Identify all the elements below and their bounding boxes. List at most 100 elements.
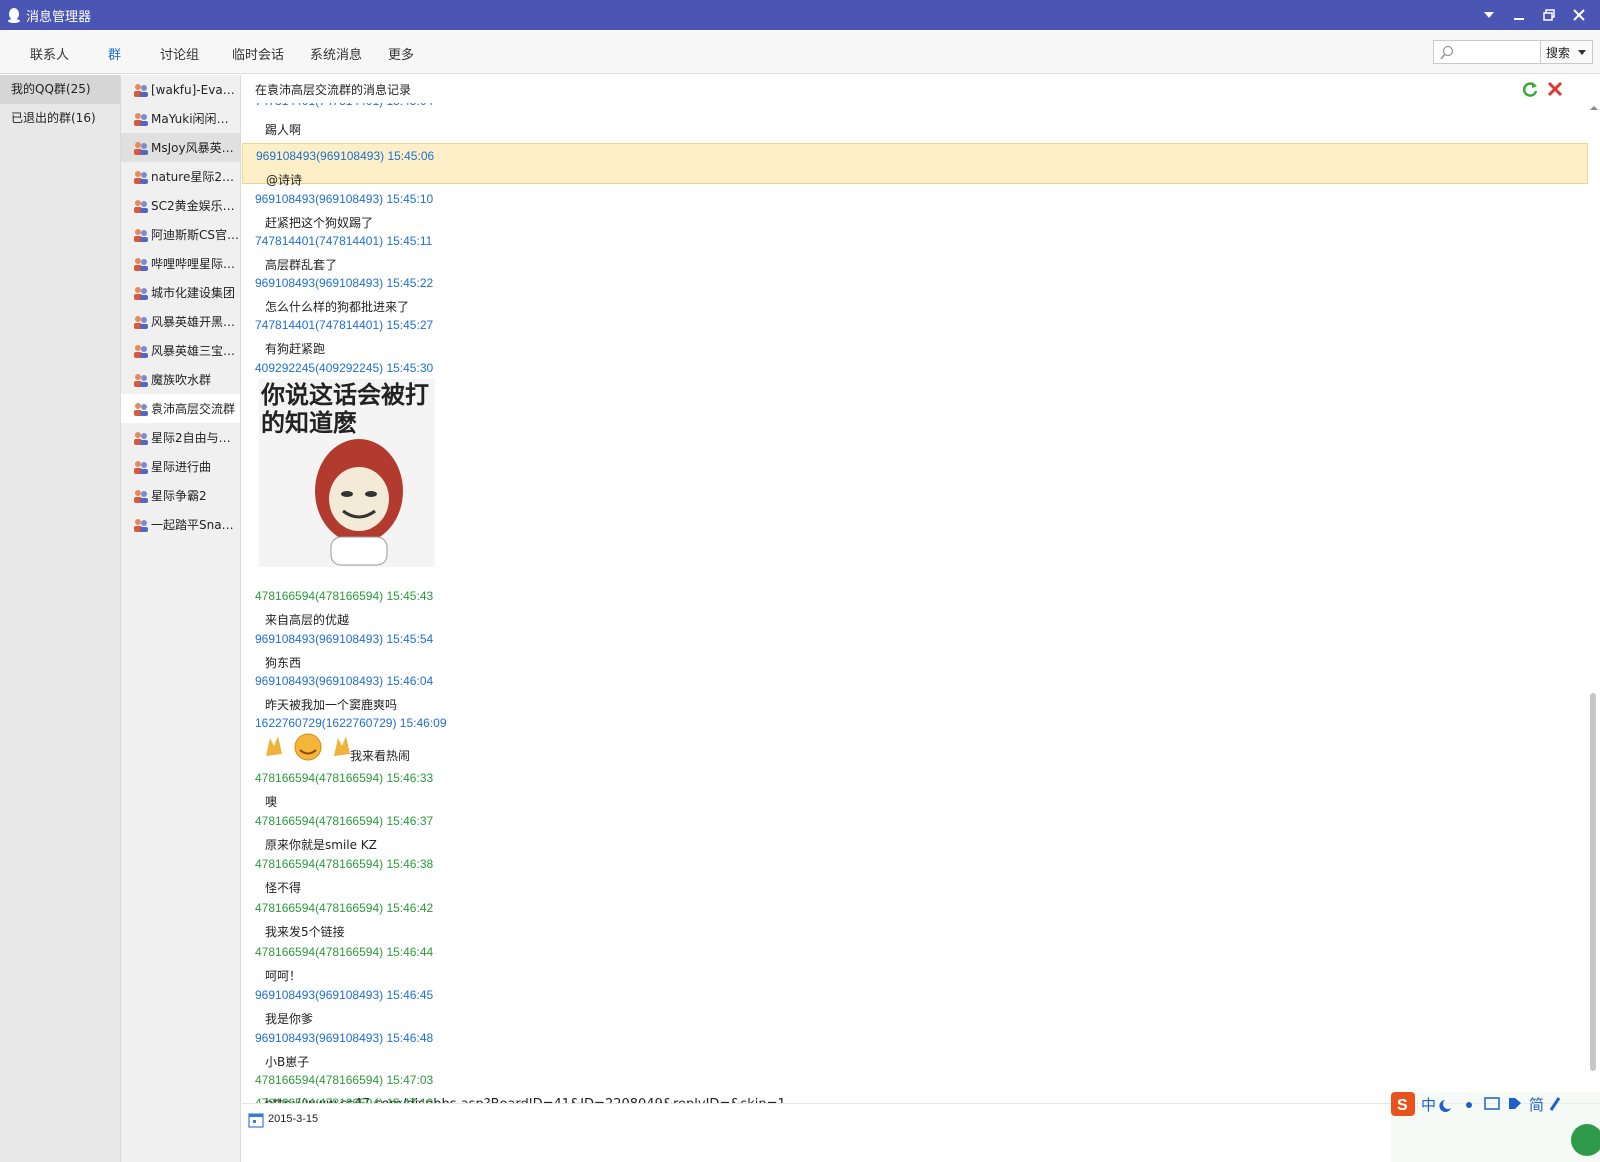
group-avatar-icon [134, 402, 148, 416]
group-item[interactable]: nature星际2&… [121, 162, 240, 191]
group-avatar-icon [134, 83, 148, 97]
message-meta: 478166594(478166594) 15:46:33 [255, 771, 434, 785]
message-item: 1622760729(1622760729) 15:46:09 我来看热闹 [242, 716, 1588, 768]
group-item[interactable]: 星际进行曲 [121, 452, 240, 481]
group-item[interactable]: MsJoy风暴英… [121, 133, 240, 162]
message-text: 来自高层的优越 [265, 613, 350, 627]
group-item[interactable]: 星际争霸2 [121, 481, 240, 510]
message-meta: 969108493(969108493) 15:45:22 [255, 276, 434, 290]
tab-system-messages[interactable]: 系统消息 [310, 44, 362, 63]
group-name: 星际2自由与… [151, 431, 231, 445]
search-button[interactable]: 搜索 [1541, 40, 1593, 64]
group-name: nature星际2&… [151, 170, 240, 184]
tab-more[interactable]: 更多 [388, 44, 414, 63]
message-meta: 747814401(747814401) 15:45:11 [255, 234, 433, 248]
message-item: 747814401(747814401) 15:45:11 高层群乱套了 [242, 234, 1588, 275]
group-item[interactable]: 星际2自由与… [121, 423, 240, 452]
message-panel: 在袁沛高层交流群的消息记录 747814401(747814401) 15:45… [242, 75, 1600, 1162]
group-avatar-icon [134, 141, 148, 155]
restore-icon [1543, 9, 1555, 21]
emoji-group-icon [266, 733, 350, 761]
message-text: 赶紧把这个狗奴踢了 [265, 216, 374, 230]
group-name: 阿迪斯斯CS官… [151, 228, 239, 242]
message-item: 478166594(478166594) 15:46:33 噢 [242, 771, 1588, 812]
message-text: 怎么什么样的狗都批进来了 [265, 300, 410, 314]
tab-temp-sessions[interactable]: 临时会话 [232, 44, 284, 63]
message-meta: 969108493(969108493) 15:45:06 [256, 149, 435, 163]
message-meta: 1622760729(1622760729) 15:46:09 [255, 716, 447, 730]
group-item[interactable]: 城市化建设集团 [121, 278, 240, 307]
message-item: 踢人啊 [242, 121, 1588, 141]
message-item: 969108493(969108493) 15:46:48 小B崽子 [242, 1031, 1588, 1072]
group-item[interactable]: MaYuki闲闲闲饭 [121, 104, 240, 133]
group-name: 风暴英雄三宝… [151, 344, 236, 358]
calendar-icon[interactable] [248, 1112, 264, 1128]
minimize-button[interactable] [1504, 0, 1534, 30]
tab-discussions[interactable]: 讨论组 [160, 44, 199, 63]
search-input[interactable] [1458, 44, 1536, 60]
scrollbar[interactable] [1588, 103, 1600, 1103]
message-meta: 478166594(478166594) 15:47:10 [255, 1096, 434, 1103]
message-item: 969108493(969108493) 15:46:04 昨天被我加一个窦鹿爽吗 [242, 674, 1588, 715]
group-item[interactable]: 阿迪斯斯CS官… [121, 220, 240, 249]
message-list: 747814401(747814401) 15:45:04 踢人啊 96910849… [242, 103, 1588, 1103]
group-avatar-icon [134, 112, 148, 126]
tab-groups[interactable]: 群 [108, 44, 121, 63]
dropdown-button[interactable] [1474, 0, 1504, 30]
title-bar: 消息管理器 [0, 0, 1600, 30]
message-item: 478166594(478166594) 15:46:44 呵呵！ [242, 945, 1588, 986]
category-left-groups[interactable]: 已退出的群(16) [0, 104, 120, 133]
tab-contacts[interactable]: 联系人 [30, 44, 69, 63]
message-text: 我来看热闹 [350, 749, 411, 763]
group-item[interactable]: 袁沛高层交流群 [121, 394, 240, 423]
panel-title: 在袁沛高层交流群的消息记录 [255, 83, 412, 97]
close-button[interactable] [1564, 0, 1594, 30]
message-meta: 969108493(969108493) 15:45:54 [255, 632, 434, 646]
group-item[interactable]: 魔族吹水群 [121, 365, 240, 394]
message-text: 原来你就是smile KZ [265, 838, 377, 852]
group-name: 哔哩哔哩星际… [151, 257, 236, 271]
message-meta: 478166594(478166594) 15:46:37 [255, 814, 434, 828]
message-text: 小B崽子 [265, 1055, 310, 1069]
scroll-up-icon[interactable] [1589, 105, 1599, 111]
message-text: 我来发5个链接 [265, 925, 345, 939]
group-avatar-icon [134, 344, 148, 358]
meme-caption-line2: 的知道麽 [261, 409, 357, 437]
group-item[interactable]: [wakfu]-Evang… [121, 75, 240, 104]
group-item[interactable]: 风暴英雄开黑… [121, 307, 240, 336]
message-item: 409292245(409292245) 15:45:30 你说这话会被打 的知道麽 [242, 361, 1588, 571]
message-text: 怪不得 [265, 881, 302, 895]
message-meta: 478166594(478166594) 15:46:44 [255, 945, 434, 959]
scrollbar-thumb[interactable] [1590, 693, 1596, 1071]
group-name: [wakfu]-Evang… [151, 82, 240, 97]
group-name: MaYuki闲闲闲饭 [151, 112, 240, 126]
category-my-groups[interactable]: 我的QQ群(25) [0, 75, 120, 104]
refresh-icon[interactable] [1520, 79, 1540, 99]
meme-image: 你说这话会被打的知道麽 [259, 379, 435, 567]
ime-mode-label: 中 [1421, 1096, 1436, 1114]
message-text: 昨天被我加一个窦鹿爽吗 [265, 698, 398, 712]
message-item: 969108493(969108493) 15:45:10 赶紧把这个狗奴踢了 [242, 192, 1588, 233]
group-item[interactable]: 哔哩哔哩星际… [121, 249, 240, 278]
restore-button[interactable] [1534, 0, 1564, 30]
message-meta: 969108493(969108493) 15:46:48 [255, 1031, 434, 1045]
ime-toolbar[interactable]: S 中 简 [1391, 1092, 1600, 1162]
group-name: 一起踏平SnaK… [151, 518, 240, 532]
group-avatar-icon [134, 199, 148, 213]
footer-date[interactable]: 2015-3-15 [268, 1113, 318, 1125]
message-meta: 747814401(747814401) 15:45:27 [255, 318, 434, 332]
delete-icon[interactable] [1545, 79, 1565, 99]
message-item: 747814401(747814401) 15:45:27 有狗赶紧跑 [242, 318, 1588, 359]
group-name: 星际争霸2 [151, 489, 207, 503]
group-name: 星际进行曲 [151, 460, 212, 474]
message-text: @诗诗 [266, 173, 303, 187]
chevron-down-icon[interactable] [1578, 50, 1586, 55]
group-item[interactable]: 一起踏平SnaK… [121, 510, 240, 539]
group-avatar-icon [134, 489, 148, 503]
group-item[interactable]: 风暴英雄三宝… [121, 336, 240, 365]
group-item[interactable]: SC2黄金娱乐… [121, 191, 240, 220]
search-box [1433, 40, 1541, 64]
message-meta: 478166594(478166594) 15:46:38 [255, 857, 434, 871]
group-avatar-icon [134, 286, 148, 300]
message-item: 478166594(478166594) 15:46:42 我来发5个链接 [242, 901, 1588, 942]
